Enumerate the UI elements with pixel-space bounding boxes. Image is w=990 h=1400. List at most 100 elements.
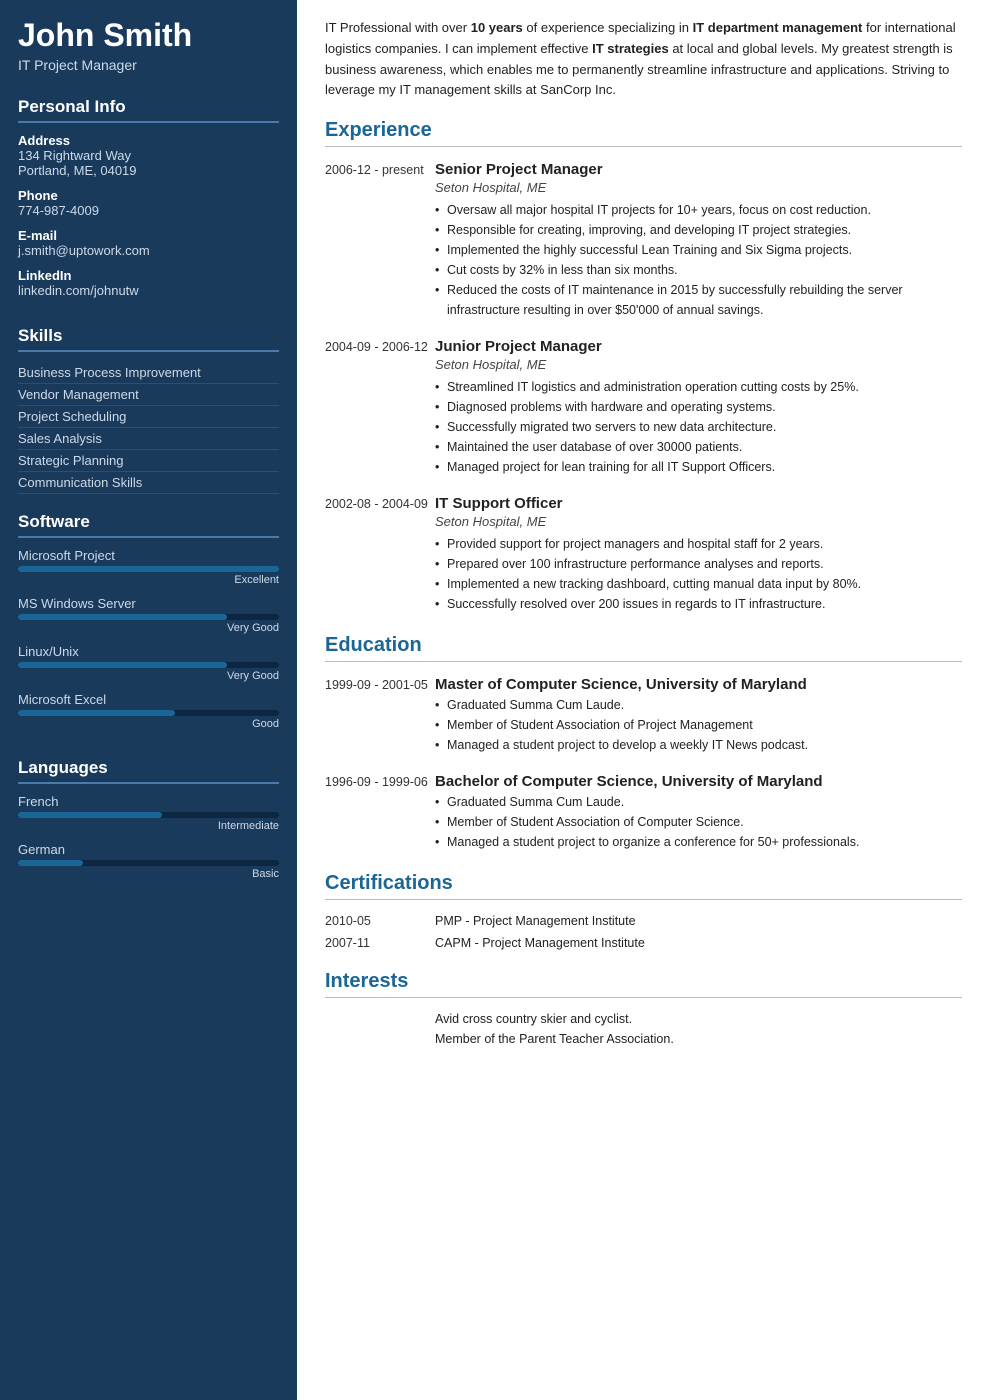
edu-entry-bullets: Graduated Summa Cum Laude.Member of Stud…: [435, 792, 962, 852]
software-item: MS Windows Server Very Good: [18, 596, 279, 634]
software-section: Software Microsoft Project Excellent MS Wi…: [0, 502, 297, 748]
cert-entries: 2010-05PMP - Project Management Institut…: [325, 914, 962, 950]
education-entry: 1999-09 - 2001-05Master of Computer Scie…: [325, 676, 962, 755]
edu-bullet-item: Member of Student Association of Compute…: [435, 812, 962, 832]
edu-bullet-item: Graduated Summa Cum Laude.: [435, 695, 962, 715]
phone-item: Phone 774-987-4009: [18, 188, 279, 218]
education-entries: 1999-09 - 2001-05Master of Computer Scie…: [325, 676, 962, 852]
linkedin-item: LinkedIn linkedin.com/johnutw: [18, 268, 279, 298]
email-item: E-mail j.smith@uptowork.com: [18, 228, 279, 258]
software-name: MS Windows Server: [18, 596, 279, 611]
cert-entry: 2010-05PMP - Project Management Institut…: [325, 914, 962, 928]
interests-list: Avid cross country skier and cyclist. Mem…: [325, 1012, 962, 1046]
entry-date: 2002-08 - 2004-09: [325, 495, 435, 614]
experience-title: Experience: [325, 119, 962, 147]
skill-item: Vendor Management: [18, 384, 279, 406]
interests-title: Interests: [325, 970, 962, 998]
bar-container: [18, 662, 279, 668]
edu-entry-body: Bachelor of Computer Science, University…: [435, 773, 962, 852]
skill-item: Business Process Improvement: [18, 362, 279, 384]
bullet-item: Provided support for project managers an…: [435, 534, 962, 554]
edu-entry-title: Master of Computer Science, University o…: [435, 676, 962, 693]
phone-value: 774-987-4009: [18, 203, 279, 218]
entry-title: Junior Project Manager: [435, 338, 962, 355]
email-label: E-mail: [18, 228, 279, 243]
entry-body: Junior Project ManagerSeton Hospital, ME…: [435, 338, 962, 477]
entry-title: Senior Project Manager: [435, 161, 962, 178]
cert-date: 2010-05: [325, 914, 435, 928]
experience-entry: 2004-09 - 2006-12Junior Project ManagerS…: [325, 338, 962, 477]
experience-entry: 2002-08 - 2004-09IT Support OfficerSeton…: [325, 495, 962, 614]
email-value: j.smith@uptowork.com: [18, 243, 279, 258]
certifications-title: Certifications: [325, 872, 962, 900]
bar-label: Very Good: [18, 670, 279, 682]
edu-entry-date: 1996-09 - 1999-06: [325, 773, 435, 852]
personal-info-section: Personal Info Address 134 Rightward Way …: [0, 87, 297, 316]
software-name: Linux/Unix: [18, 644, 279, 659]
bar-label: Good: [18, 718, 279, 730]
software-list: Microsoft Project Excellent MS Windows Ser…: [18, 548, 279, 730]
software-item: Microsoft Project Excellent: [18, 548, 279, 586]
bar-container: [18, 566, 279, 572]
bar-label: Excellent: [18, 574, 279, 586]
entry-body: IT Support OfficerSeton Hospital, MEProv…: [435, 495, 962, 614]
edu-bullet-item: Member of Student Association of Project…: [435, 715, 962, 735]
skills-section: Skills Business Process ImprovementVendo…: [0, 316, 297, 502]
entry-company: Seton Hospital, ME: [435, 180, 962, 195]
cert-text: CAPM - Project Management Institute: [435, 936, 645, 950]
entry-title: IT Support Officer: [435, 495, 962, 512]
software-title: Software: [18, 512, 279, 538]
interest-item: Member of the Parent Teacher Association…: [325, 1032, 962, 1046]
personal-info-title: Personal Info: [18, 97, 279, 123]
bullet-item: Streamlined IT logistics and administrat…: [435, 377, 962, 397]
lang-bar-filled: [18, 812, 162, 818]
address-item: Address 134 Rightward Way Portland, ME, …: [18, 133, 279, 178]
bullet-item: Oversaw all major hospital IT projects f…: [435, 200, 962, 220]
address-line2: Portland, ME, 04019: [18, 163, 279, 178]
bullet-item: Maintained the user database of over 300…: [435, 437, 962, 457]
sidebar: John Smith IT Project Manager Personal I…: [0, 0, 297, 1400]
linkedin-label: LinkedIn: [18, 268, 279, 283]
cert-entry: 2007-11CAPM - Project Management Institu…: [325, 936, 962, 950]
bullet-item: Reduced the costs of IT maintenance in 2…: [435, 280, 962, 320]
education-title: Education: [325, 634, 962, 662]
entry-body: Senior Project Manager Seton Hospital, ME…: [435, 161, 962, 320]
experience-entries: 2006-12 - presentSenior Project ManagerS…: [325, 161, 962, 614]
bar-filled: [18, 710, 175, 716]
bullet-item: Responsible for creating, improving, and…: [435, 220, 962, 240]
lang-bar-container: [18, 860, 279, 866]
lang-bar-label: Basic: [18, 868, 279, 880]
skill-item: Project Scheduling: [18, 406, 279, 428]
software-name: Microsoft Project: [18, 548, 279, 563]
software-item: Linux/Unix Very Good: [18, 644, 279, 682]
bullet-item: Successfully resolved over 200 issues in…: [435, 594, 962, 614]
bullet-item: Prepared over 100 infrastructure perform…: [435, 554, 962, 574]
lang-bar-container: [18, 812, 279, 818]
software-name: Microsoft Excel: [18, 692, 279, 707]
bullet-item: Implemented the highly successful Lean T…: [435, 240, 962, 260]
education-entry: 1996-09 - 1999-06Bachelor of Computer Sc…: [325, 773, 962, 852]
bullet-item: Managed project for lean training for al…: [435, 457, 962, 477]
phone-label: Phone: [18, 188, 279, 203]
bar-filled: [18, 662, 227, 668]
bar-label: Very Good: [18, 622, 279, 634]
skill-item: Sales Analysis: [18, 428, 279, 450]
cert-date: 2007-11: [325, 936, 435, 950]
interests-section: Interests Avid cross country skier and c…: [325, 970, 962, 1046]
candidate-title: IT Project Manager: [18, 57, 279, 73]
skills-title: Skills: [18, 326, 279, 352]
bullet-item: Diagnosed problems with hardware and ope…: [435, 397, 962, 417]
edu-entry-title: Bachelor of Computer Science, University…: [435, 773, 962, 790]
bar-container: [18, 710, 279, 716]
cert-text: PMP - Project Management Institute: [435, 914, 636, 928]
entry-date: 2004-09 - 2006-12: [325, 338, 435, 477]
bullet-item: Cut costs by 32% in less than six months…: [435, 260, 962, 280]
lang-bar-filled: [18, 860, 83, 866]
candidate-name: John Smith: [18, 18, 279, 53]
summary-text: IT Professional with over 10 years of ex…: [325, 18, 962, 101]
certifications-section: Certifications 2010-05PMP - Project Mana…: [325, 872, 962, 950]
edu-entry-body: Master of Computer Science, University o…: [435, 676, 962, 755]
interest-item: Avid cross country skier and cyclist.: [325, 1012, 962, 1026]
languages-title: Languages: [18, 758, 279, 784]
edu-entry-bullets: Graduated Summa Cum Laude.Member of Stud…: [435, 695, 962, 755]
